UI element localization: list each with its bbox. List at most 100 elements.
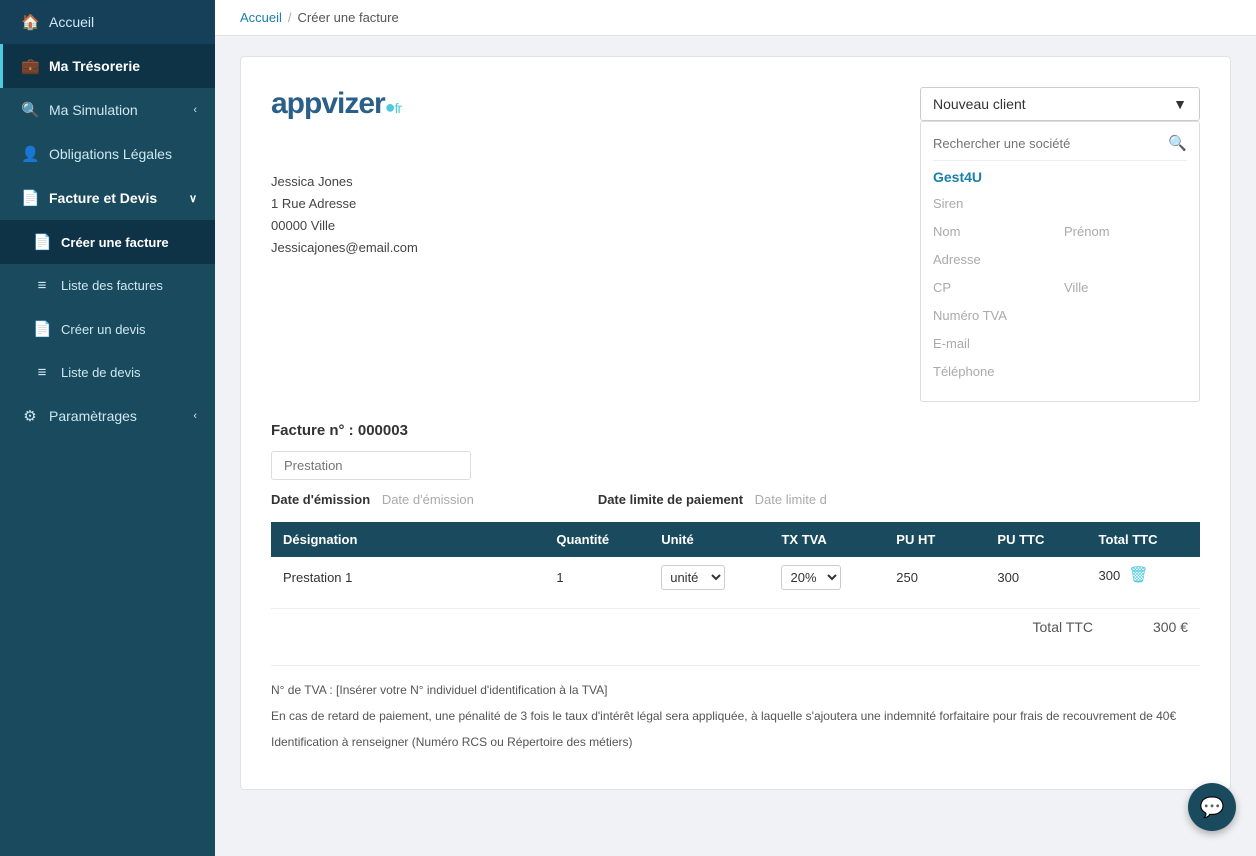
list-devis-icon: ≡ bbox=[33, 364, 51, 381]
col-pu-ttc: PU TTC bbox=[985, 522, 1086, 557]
adresse-row bbox=[933, 249, 1187, 271]
prestation-input[interactable] bbox=[271, 451, 471, 480]
date-emission-label: Date d'émission bbox=[271, 492, 370, 507]
cell-unite: unité heure jour bbox=[649, 557, 769, 598]
search-row: 🔍 bbox=[933, 134, 1187, 161]
sidebar-item-parametrages[interactable]: ⚙ Paramètrages ‹ bbox=[0, 394, 215, 438]
cell-pu-ttc bbox=[985, 557, 1086, 598]
footer-note-2: En cas de retard de paiement, une pénali… bbox=[271, 707, 1200, 725]
footer-note-1: N° de TVA : [Insérer votre N° individuel… bbox=[271, 681, 1200, 699]
sidebar-item-creer-facture[interactable]: 📄 Créer une facture bbox=[0, 220, 215, 264]
tva-select[interactable]: 20% 10% 5.5% 0% bbox=[781, 565, 841, 590]
sender-email: Jessicajones@email.com bbox=[271, 237, 418, 259]
cell-total-ttc: 300 🗑 bbox=[1087, 557, 1200, 593]
col-unite: Unité bbox=[649, 522, 769, 557]
total-section: Total TTC 300 € bbox=[271, 608, 1200, 645]
client-dropdown-label: Nouveau client bbox=[933, 96, 1026, 112]
sidebar-item-label: Paramètrages bbox=[49, 408, 137, 424]
quantite-input[interactable] bbox=[556, 570, 586, 585]
total-label: Total TTC bbox=[1033, 619, 1093, 635]
email-field[interactable] bbox=[933, 333, 1187, 355]
sidebar-item-label: Obligations Légales bbox=[49, 146, 172, 162]
col-total-ttc: Total TTC bbox=[1087, 522, 1200, 557]
sidebar-item-label: Accueil bbox=[49, 14, 94, 30]
nom-prenom-row bbox=[933, 221, 1187, 243]
sidebar-item-liste-factures[interactable]: ≡ Liste des factures bbox=[0, 264, 215, 307]
breadcrumb: Accueil / Créer une facture bbox=[215, 0, 1256, 36]
cell-quantite bbox=[544, 557, 649, 598]
total-value: 300 € bbox=[1153, 619, 1188, 635]
sidebar-item-label: Liste de devis bbox=[61, 365, 141, 380]
date-paiement-input[interactable] bbox=[755, 492, 931, 508]
sender-info: Jessica Jones 1 Rue Adresse 00000 Ville … bbox=[271, 171, 418, 259]
sidebar-item-obligations[interactable]: 👤 Obligations Légales bbox=[0, 132, 215, 176]
sidebar: 🏠 Accueil 💼 Ma Trésorerie 🔍 Ma Simulatio… bbox=[0, 0, 215, 856]
prenom-field[interactable] bbox=[1064, 221, 1187, 243]
table-body: unité heure jour 20% 10% 5.5% 0% bbox=[271, 557, 1200, 598]
telephone-field[interactable] bbox=[933, 361, 1187, 383]
chevron-param-icon: ‹ bbox=[193, 410, 197, 422]
cp-field[interactable] bbox=[933, 277, 1056, 299]
footer-notes: N° de TVA : [Insérer votre N° individuel… bbox=[271, 665, 1200, 751]
breadcrumb-home[interactable]: Accueil bbox=[240, 10, 282, 25]
delete-row-icon[interactable]: 🗑 bbox=[1128, 565, 1148, 585]
facture-number-label: Facture n° : bbox=[271, 422, 354, 439]
col-tx-tva: TX TVA bbox=[769, 522, 884, 557]
designation-input[interactable] bbox=[283, 570, 532, 585]
company-name: Gest4U bbox=[933, 169, 1187, 185]
client-dropdown[interactable]: Nouveau client ▼ bbox=[920, 87, 1200, 121]
pu-ttc-input[interactable] bbox=[997, 570, 1047, 585]
siren-row bbox=[933, 193, 1187, 215]
facture-number-value: 000003 bbox=[358, 422, 408, 439]
gear-icon: ⚙ bbox=[21, 407, 39, 425]
sidebar-item-simulation[interactable]: 🔍 Ma Simulation ‹ bbox=[0, 88, 215, 132]
chevron-icon: ‹ bbox=[193, 104, 197, 116]
chevron-down-icon: ∨ bbox=[189, 192, 197, 205]
pu-ht-input[interactable] bbox=[896, 570, 946, 585]
cell-designation bbox=[271, 557, 544, 598]
adresse-field[interactable] bbox=[933, 249, 1187, 271]
cell-pu-ht bbox=[884, 557, 985, 598]
date-paiement-label: Date limite de paiement bbox=[598, 492, 743, 507]
tva-field[interactable] bbox=[933, 305, 1187, 327]
unite-select[interactable]: unité heure jour bbox=[661, 565, 725, 590]
invoice-top: appvizer●fr Jessica Jones 1 Rue Adresse … bbox=[271, 87, 1200, 402]
sidebar-item-label: Ma Simulation bbox=[49, 102, 138, 118]
search-input[interactable] bbox=[933, 136, 1168, 151]
facture-number: Facture n° : 000003 bbox=[271, 422, 1200, 439]
sidebar-item-tresorerie[interactable]: 💼 Ma Trésorerie bbox=[0, 44, 215, 88]
sender-name: Jessica Jones bbox=[271, 171, 418, 193]
nom-field[interactable] bbox=[933, 221, 1056, 243]
logo: appvizer●fr bbox=[271, 87, 418, 121]
sidebar-item-label: Liste des factures bbox=[61, 278, 163, 293]
breadcrumb-current: Créer une facture bbox=[298, 10, 399, 25]
telephone-row bbox=[933, 361, 1187, 383]
sidebar-item-accueil[interactable]: 🏠 Accueil bbox=[0, 0, 215, 44]
date-emission-input[interactable] bbox=[382, 492, 558, 508]
main-content: Accueil / Créer une facture appvizer●fr … bbox=[215, 0, 1256, 856]
chat-button[interactable]: 💬 bbox=[1188, 783, 1236, 831]
email-row bbox=[933, 333, 1187, 355]
sender-city: 00000 Ville bbox=[271, 215, 418, 237]
home-icon: 🏠 bbox=[21, 13, 39, 31]
invoice-table: Désignation Quantité Unité TX TVA PU HT … bbox=[271, 522, 1200, 598]
chat-icon: 💬 bbox=[1200, 795, 1225, 820]
cell-tx-tva: 20% 10% 5.5% 0% bbox=[769, 557, 884, 598]
doc-devis-icon: 📄 bbox=[33, 320, 51, 338]
sender-address: 1 Rue Adresse bbox=[271, 193, 418, 215]
doc-icon: 📄 bbox=[21, 189, 39, 207]
sidebar-item-label: Facture et Devis bbox=[49, 190, 157, 206]
footer-note-3: Identification à renseigner (Numéro RCS … bbox=[271, 733, 1200, 751]
table-row: unité heure jour 20% 10% 5.5% 0% bbox=[271, 557, 1200, 598]
sidebar-item-label: Ma Trésorerie bbox=[49, 58, 140, 74]
briefcase-icon: 💼 bbox=[21, 57, 39, 75]
sidebar-item-factures[interactable]: 📄 Facture et Devis ∨ bbox=[0, 176, 215, 220]
sidebar-item-liste-devis[interactable]: ≡ Liste de devis bbox=[0, 351, 215, 394]
sidebar-item-label: Créer une facture bbox=[61, 235, 169, 250]
sidebar-item-creer-devis[interactable]: 📄 Créer un devis bbox=[0, 307, 215, 351]
search-magnifier-icon: 🔍 bbox=[1168, 134, 1187, 152]
ville-field[interactable] bbox=[1064, 277, 1187, 299]
doc-sub-icon: 📄 bbox=[33, 233, 51, 251]
breadcrumb-sep: / bbox=[288, 10, 292, 25]
siren-field[interactable] bbox=[933, 193, 1187, 215]
